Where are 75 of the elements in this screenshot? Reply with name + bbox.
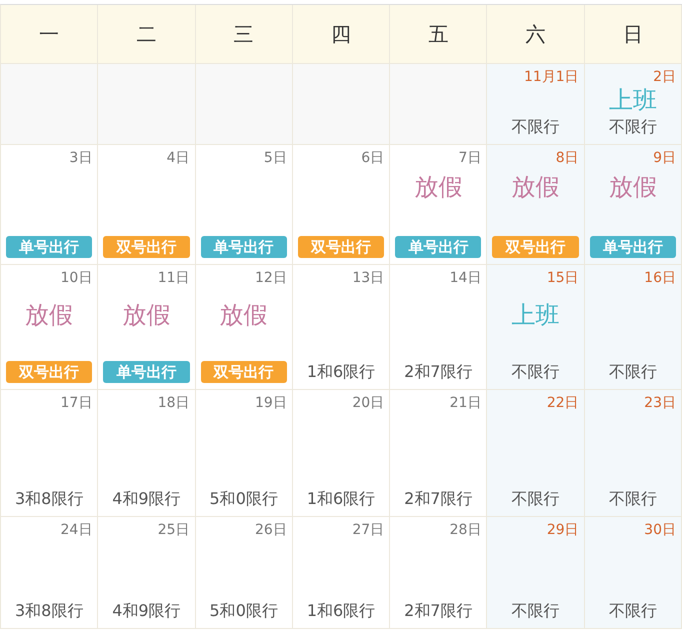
- holiday-label: 放假: [25, 301, 74, 329]
- date-label: 24日: [60, 521, 92, 539]
- date-label: 11日: [158, 269, 190, 287]
- date-label: 26日: [255, 521, 287, 539]
- holiday-label: 放假: [414, 173, 462, 201]
- date-label: 20日: [352, 394, 384, 412]
- traffic-tag: 双号出行: [103, 236, 190, 258]
- date-label: 11月1日: [524, 68, 579, 86]
- traffic-rule: 不限行: [608, 361, 657, 383]
- traffic-rule: 不限行: [512, 116, 560, 138]
- weekday-header: 一: [1, 5, 98, 64]
- traffic-tag: 单号出行: [395, 236, 482, 258]
- traffic-tag: 双号出行: [298, 236, 384, 258]
- traffic-rule: 4和9限行: [112, 600, 181, 622]
- traffic-rule: 不限行: [512, 488, 560, 510]
- weekday-header: 六: [487, 5, 585, 64]
- date-label: 12日: [255, 269, 287, 287]
- traffic-rule: 不限行: [608, 600, 657, 622]
- date-label: 6日: [361, 149, 384, 167]
- traffic-tag: 单号出行: [200, 236, 287, 258]
- traffic-rule: 5和0限行: [210, 600, 278, 622]
- workday-label: 上班: [608, 86, 657, 114]
- date-label: 14日: [450, 269, 482, 287]
- traffic-rule: 不限行: [512, 361, 560, 383]
- date-label: 25日: [158, 521, 190, 539]
- date-label: 15日: [546, 269, 579, 287]
- date-label: 23日: [644, 394, 676, 412]
- date-label: 2日: [653, 68, 676, 86]
- traffic-tag: 双号出行: [200, 361, 287, 383]
- traffic-tag: 双号出行: [6, 361, 92, 383]
- traffic-tag: 双号出行: [492, 236, 579, 258]
- traffic-rule: 5和0限行: [210, 488, 278, 510]
- date-label: 19日: [255, 394, 287, 412]
- date-label: 27日: [352, 521, 384, 539]
- date-label: 3日: [69, 149, 92, 167]
- date-label: 13日: [352, 269, 384, 287]
- traffic-rule: 1和6限行: [306, 361, 376, 383]
- traffic-rule: 1和6限行: [306, 600, 376, 622]
- holiday-label: 放假: [122, 301, 170, 329]
- date-label: 5日: [264, 149, 287, 167]
- date-label: 10日: [60, 269, 92, 287]
- holiday-label: 放假: [512, 173, 560, 201]
- traffic-rule: 2和7限行: [404, 600, 472, 622]
- date-label: 18日: [158, 394, 190, 412]
- date-label: 8日: [556, 149, 579, 167]
- workday-label: 上班: [512, 301, 560, 329]
- date-label: 17日: [60, 394, 92, 412]
- date-label: 29日: [546, 521, 579, 539]
- weekday-header: 二: [98, 5, 196, 64]
- traffic-rule: 2和7限行: [404, 361, 472, 383]
- weekday-header: 五: [390, 5, 488, 64]
- date-label: 16日: [644, 269, 676, 287]
- traffic-tag: 单号出行: [103, 361, 190, 383]
- holiday-label: 放假: [220, 301, 268, 329]
- date-label: 30日: [644, 521, 676, 539]
- holiday-label: 放假: [608, 173, 657, 201]
- weekday-header: 四: [292, 5, 390, 64]
- weekday-header: 三: [196, 5, 293, 64]
- weekday-header: 日: [584, 5, 682, 64]
- date-label: 28日: [450, 521, 482, 539]
- traffic-tag: 单号出行: [6, 236, 92, 258]
- traffic-rule: 不限行: [608, 488, 657, 510]
- date-label: 7日: [458, 149, 482, 167]
- date-label: 9日: [653, 149, 676, 167]
- traffic-tag: 单号出行: [590, 236, 676, 258]
- traffic-rule: 不限行: [608, 116, 657, 138]
- traffic-rule: 4和9限行: [112, 488, 181, 510]
- traffic-rule: 1和6限行: [306, 488, 376, 510]
- traffic-rule: 3和8限行: [14, 600, 84, 622]
- date-label: 22日: [546, 394, 579, 412]
- traffic-rule: 2和7限行: [404, 488, 472, 510]
- traffic-rule: 3和8限行: [14, 488, 84, 510]
- traffic-rule: 不限行: [512, 600, 560, 622]
- date-label: 4日: [166, 149, 190, 167]
- date-label: 21日: [450, 394, 482, 412]
